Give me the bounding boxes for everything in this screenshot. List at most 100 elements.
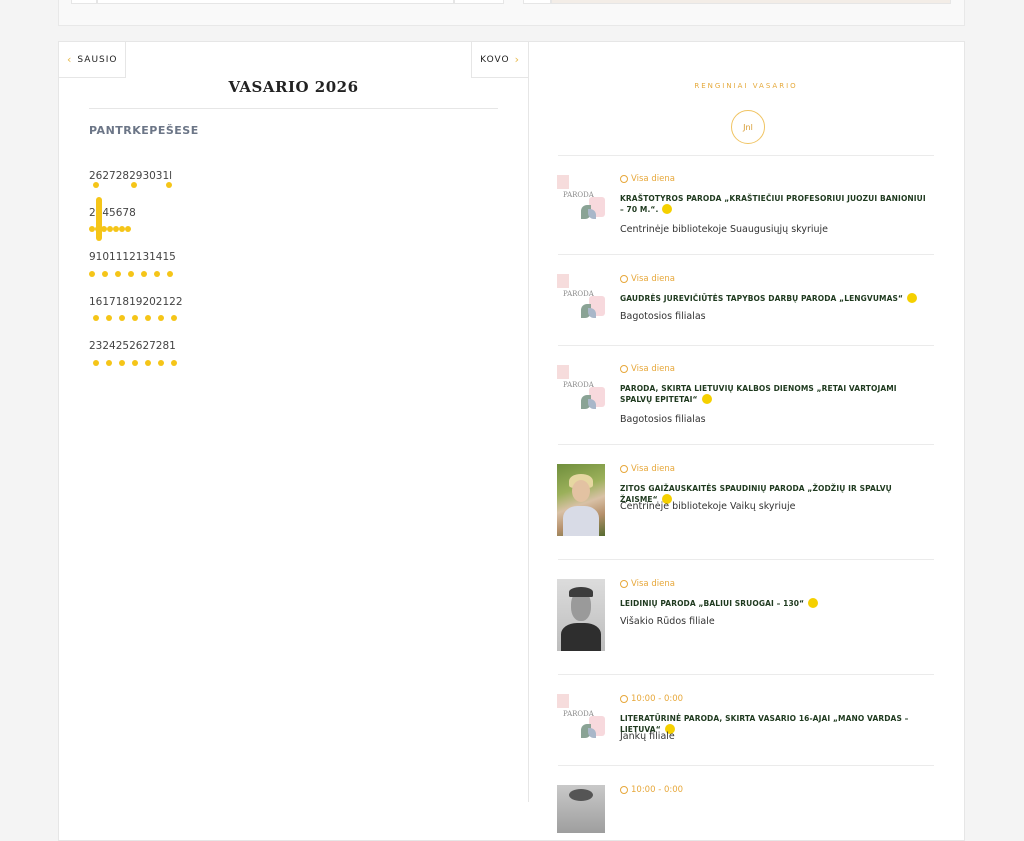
next-month-button[interactable]: KOVO ›: [471, 42, 528, 78]
calendar-widget: ‹ SAUSIO KOVO › VASARIO 2026 PANTRKEPEŠE…: [58, 41, 965, 841]
event-dot: [93, 315, 99, 321]
event-title[interactable]: KRAŠTOTYROS PARODA „KRAŠTIEČIUI PROFESOR…: [620, 193, 930, 215]
event-dot: [132, 360, 138, 366]
event-dot: [166, 182, 172, 188]
thumbnail-text: PARODA: [563, 381, 594, 389]
month-title: VASARIO 2026: [228, 78, 359, 96]
event-dot: [128, 271, 134, 277]
event-dot: [145, 360, 151, 366]
event-thumbnail[interactable]: PARODA: [557, 694, 605, 742]
event-time: Visa diena: [620, 274, 675, 284]
event-thumbnail[interactable]: PARODA: [557, 365, 605, 413]
event-dot: [106, 360, 112, 366]
divider: [558, 444, 934, 445]
status-dot: [808, 598, 819, 608]
event-dot: [119, 315, 125, 321]
clock-icon: [620, 695, 628, 703]
event-dot: [158, 360, 164, 366]
event-dot: [89, 271, 95, 277]
divider: [558, 559, 934, 560]
event-dot: [125, 226, 131, 232]
event-dot: [171, 315, 177, 321]
event-thumbnail[interactable]: PARODA: [557, 175, 605, 223]
weekday-header: PANTRKEPEŠESE: [89, 124, 199, 137]
status-dot: [662, 204, 673, 214]
calendar-week[interactable]: 262728293031l: [89, 170, 172, 182]
event-dots: [93, 360, 177, 366]
event-time: Visa diena: [620, 464, 675, 474]
event-location: Bagotosios filialas: [620, 311, 706, 322]
thumbnail-text: PARODA: [563, 290, 594, 298]
event-time: 10:00 - 0:00: [620, 694, 683, 704]
clock-icon: [620, 365, 628, 373]
chevron-right-icon: ›: [514, 53, 520, 66]
divider: [89, 108, 498, 109]
status-dot: [701, 394, 712, 404]
event-dot: [93, 360, 99, 366]
top-filter-bar: [58, 0, 965, 26]
filter-segment[interactable]: [71, 0, 97, 4]
filter-segment[interactable]: [523, 0, 551, 4]
event-time: Visa diena: [620, 174, 675, 184]
event-dots: [89, 182, 172, 188]
event-title[interactable]: GAUDRĖS JUREVIČIŪTĖS TAPYBOS DARBŲ PAROD…: [620, 293, 930, 304]
event-dots: [89, 226, 131, 232]
divider: [558, 155, 934, 156]
calendar-week[interactable]: 9101112131415: [89, 251, 176, 263]
calendar-week[interactable]: 16171819202122: [89, 296, 183, 308]
event-title[interactable]: LEIDINIŲ PARODA „BALIUI SRUOGAI – 130“: [620, 598, 930, 609]
clock-icon: [620, 275, 628, 283]
event-dot: [132, 315, 138, 321]
status-dot: [907, 293, 918, 303]
clock-icon: [620, 786, 628, 794]
prev-month-button[interactable]: ‹ SAUSIO: [59, 42, 127, 78]
event-time: 10:00 - 0:00: [620, 785, 683, 795]
event-title[interactable]: PARODA, SKIRTA LIETUVIŲ KALBOS DIENOMS „…: [620, 383, 930, 405]
event-dot: [93, 182, 99, 188]
event-dots: [93, 315, 177, 321]
event-thumbnail[interactable]: PARODA: [557, 274, 605, 322]
event-location: Višakio Rūdos filiale: [620, 616, 715, 627]
event-dot: [119, 360, 125, 366]
clock-icon: [620, 580, 628, 588]
divider: [558, 674, 934, 675]
event-dot: [131, 182, 137, 188]
month-calendar: ‹ SAUSIO KOVO › VASARIO 2026 PANTRKEPEŠE…: [59, 42, 529, 802]
event-photo[interactable]: [557, 785, 605, 833]
prev-month-label: SAUSIO: [77, 54, 118, 65]
event-location: Centrinėje bibliotekoje Suaugusiųjų skyr…: [620, 224, 828, 235]
filter-segment[interactable]: [551, 0, 951, 4]
divider: [558, 254, 934, 255]
event-photo[interactable]: [557, 579, 605, 651]
thumbnail-text: PARODA: [563, 710, 594, 718]
event-dot: [102, 271, 108, 277]
event-dot: [171, 360, 177, 366]
event-dot: [145, 315, 151, 321]
next-month-label: KOVO: [480, 54, 510, 65]
calendar-week[interactable]: 2324252627281: [89, 340, 176, 352]
filter-segment[interactable]: [97, 0, 454, 4]
event-dot: [154, 271, 160, 277]
event-photo[interactable]: [557, 464, 605, 536]
divider: [558, 345, 934, 346]
event-dot: [141, 271, 147, 277]
events-heading: RENGINIAI VASARIO: [694, 82, 798, 90]
clock-icon: [620, 465, 628, 473]
event-dot: [167, 271, 173, 277]
event-time: Visa diena: [620, 579, 675, 589]
filter-segment[interactable]: [454, 0, 504, 4]
divider: [558, 765, 934, 766]
events-badge[interactable]: Jnl: [731, 110, 765, 144]
event-location: Bagotosios filialas: [620, 414, 706, 425]
chevron-left-icon: ‹: [67, 53, 73, 66]
event-dot: [115, 271, 121, 277]
event-location: Jankų filiale: [620, 731, 675, 742]
thumbnail-text: PARODA: [563, 191, 594, 199]
event-location: Centrinėje bibliotekoje Vaikų skyriuje: [620, 501, 796, 512]
event-dot: [106, 315, 112, 321]
event-dot: [158, 315, 164, 321]
multi-event-marker: [96, 197, 102, 241]
event-dots: [89, 271, 173, 277]
clock-icon: [620, 175, 628, 183]
event-time: Visa diena: [620, 364, 675, 374]
